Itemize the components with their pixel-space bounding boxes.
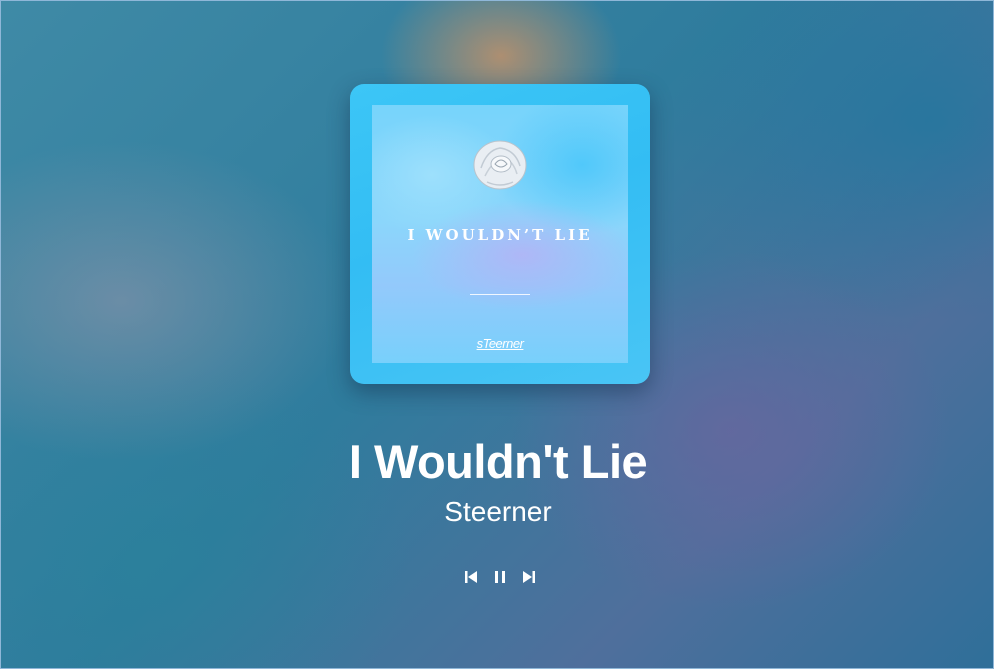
previous-button[interactable]	[460, 566, 482, 588]
playback-controls	[460, 566, 540, 588]
rose-icon	[473, 140, 527, 190]
player-window: I WOULDN’T LIE sTeerner I Wouldn't Lie S…	[0, 0, 994, 669]
pause-icon	[495, 571, 505, 583]
skip-next-icon	[523, 571, 535, 583]
cover-title: I WOULDN’T LIE	[407, 226, 593, 244]
album-cover: I WOULDN’T LIE sTeerner	[350, 84, 650, 384]
track-title: I Wouldn't Lie	[348, 435, 648, 488]
cover-artist-logo: sTeerner	[476, 336, 524, 351]
cover-divider	[470, 294, 530, 295]
pause-button[interactable]	[489, 566, 511, 588]
next-button[interactable]	[518, 566, 540, 588]
skip-previous-icon	[465, 571, 477, 583]
track-artist: Steerner	[444, 496, 552, 527]
